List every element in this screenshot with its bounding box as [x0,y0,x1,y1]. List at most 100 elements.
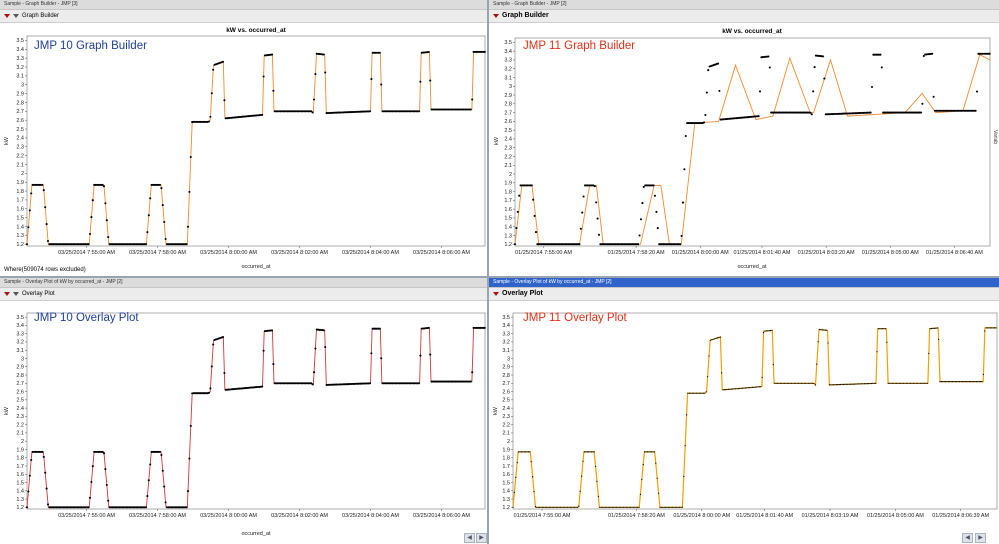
y-axis-label: kW [4,406,10,415]
data-point [758,90,762,93]
overlay-label-jmp10-overlay-plot: JMP 10 Overlay Plot [34,312,139,324]
data-point [774,382,776,384]
data-point [158,450,162,453]
scroll-right-button[interactable]: ▶ [975,533,986,543]
data-point [931,52,934,55]
data-point [753,386,755,388]
data-point [158,183,162,186]
data-point [714,338,716,340]
chart-title: kW vs. occurred_at [722,28,782,35]
data-point [620,506,622,508]
data-point [312,371,316,374]
data-point [516,210,519,213]
x-axis-label: occurred_at [241,531,271,537]
data-point [681,506,683,508]
data-point [30,458,33,461]
data-point [924,382,926,384]
data-point [918,382,920,384]
data-point [544,506,546,508]
data-point [42,189,45,192]
y-tick-label: 1.5 [502,480,510,486]
data-point [623,506,625,508]
data-point [417,382,421,385]
data-point [596,217,599,220]
data-point [975,381,977,383]
data-point [985,327,987,329]
data-point [785,382,787,384]
y-tick-label: 2.5 [502,398,510,404]
x-tick-label: 03/25/2014 8:02:00 AM [271,250,328,256]
data-point [311,111,314,114]
data-point [908,382,910,384]
y-tick-label: 3.5 [16,38,24,44]
data-point [709,339,711,341]
data-point [212,68,215,71]
data-point [884,328,886,330]
x-tick-label: 01/25/2014 8:05:00 AM [862,250,919,256]
data-point [858,383,860,385]
data-point [518,451,520,453]
data-point [786,382,788,384]
data-point [922,382,924,384]
data-point [971,381,973,383]
data-point [186,490,190,493]
x-tick-label: 03/25/2014 8:04:00 AM [342,513,399,519]
data-point [775,382,777,384]
data-point [270,329,274,332]
data-point [189,424,192,427]
data-point [765,330,767,332]
data-point [767,330,769,332]
data-point [725,389,727,391]
y-axis-label: kW [494,136,500,145]
data-point [665,506,667,508]
data-point [582,460,584,462]
data-point [91,199,94,202]
data-point [569,506,571,508]
y-tick-label: 2.7 [16,109,24,115]
y-tick-label: 2.3 [502,414,510,420]
data-point [961,381,963,383]
overlay-label-jmp11-graph-builder: JMP 11 Graph Builder [523,40,636,52]
data-point [903,382,905,384]
data-point [869,111,872,114]
data-point [270,53,274,56]
y-tick-label: 3.3 [502,331,510,337]
data-point [702,121,706,124]
data-point [742,387,744,389]
data-point [618,506,620,508]
data-point [210,92,213,95]
data-point [715,337,717,339]
y-tick-label: 1.6 [16,472,24,478]
y-tick-label: 1.8 [16,189,24,195]
data-point [515,227,518,230]
data-point [583,451,585,453]
data-point [641,478,643,480]
data-point [530,461,532,463]
data-point [670,506,672,508]
data-point [516,461,518,464]
data-point [547,506,549,508]
data-point [593,451,595,453]
data-point [586,451,588,453]
data-point [641,202,644,205]
x-tick-label: 01/25/2014 8:00:00 AM [673,513,730,519]
data-point [107,499,110,502]
data-point [802,382,804,384]
data-point [897,382,899,384]
data-point [25,243,29,246]
data-point [628,506,630,508]
scroll-left-button[interactable]: ◀ [962,533,973,543]
scroll-right-button[interactable]: ▶ [476,533,487,543]
y-tick-label: 3.5 [502,315,510,321]
y-tick-label: 3.2 [502,340,510,346]
y-tick-label: 1.9 [504,181,512,187]
scroll-left-button[interactable]: ◀ [464,533,475,543]
y-tick-label: 2.2 [16,422,24,428]
data-point [925,382,927,384]
y-tick-label: 3.5 [16,315,24,321]
data-point [966,381,968,383]
y-tick-label: 1.9 [502,447,510,453]
data-point [149,463,152,466]
data-point [763,332,765,334]
y-tick-label: 2.2 [16,153,24,159]
